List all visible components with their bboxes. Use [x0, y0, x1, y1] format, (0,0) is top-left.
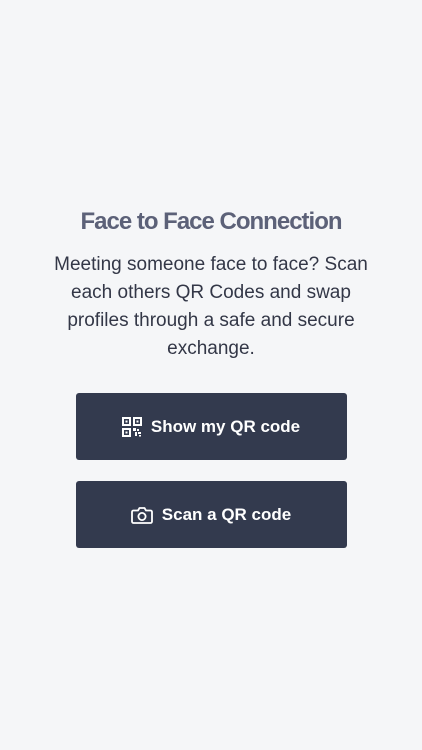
connection-panel: Face to Face Connection Meeting someone … — [0, 205, 422, 548]
page-title: Face to Face Connection — [80, 208, 342, 235]
show-qr-code-label: Show my QR code — [150, 416, 301, 436]
qr-code-icon — [121, 416, 142, 437]
face-to-face-screen: Face to Face Connection Meeting someone … — [0, 0, 422, 750]
connection-description: Meeting someone face to face? Scan each … — [54, 254, 368, 359]
scan-qr-code-label: Scan a QR code — [161, 504, 292, 524]
scan-qr-code-button[interactable]: Scan a QR code — [75, 481, 347, 548]
camera-icon — [130, 505, 153, 525]
show-qr-code-button[interactable]: Show my QR code — [75, 393, 347, 460]
